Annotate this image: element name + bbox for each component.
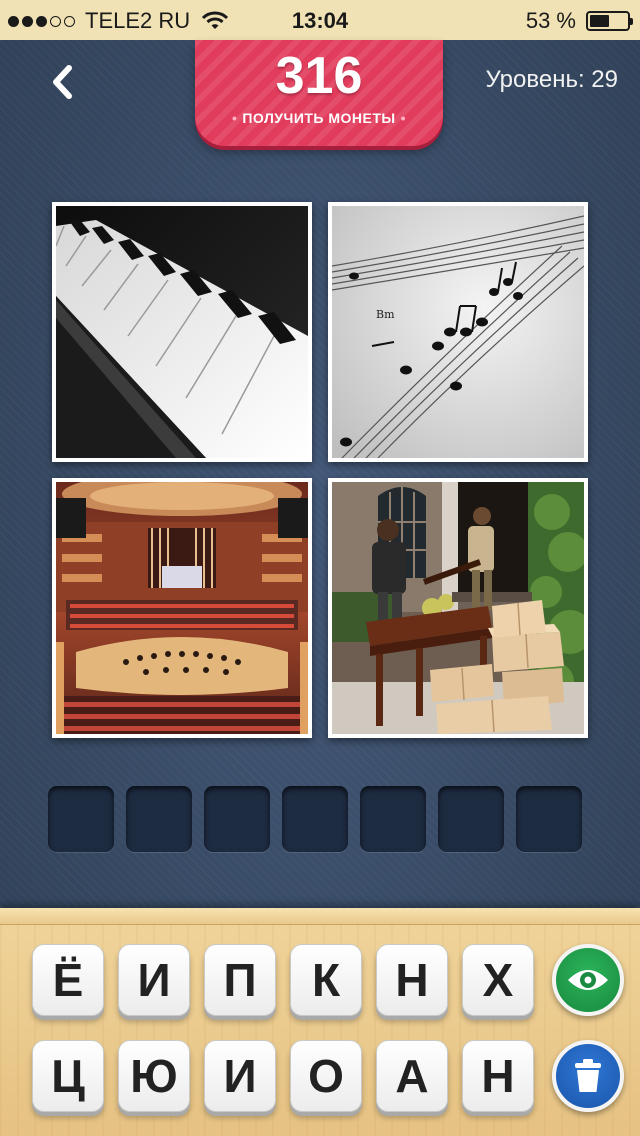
answer-slot[interactable] — [282, 786, 348, 852]
letter-key[interactable]: И — [118, 944, 190, 1016]
letter-key[interactable]: Х — [462, 944, 534, 1016]
photo-sheet-music[interactable]: Bm — [328, 202, 588, 462]
answer-slot[interactable] — [360, 786, 426, 852]
letter-key[interactable]: П — [204, 944, 276, 1016]
concert-hall-image — [56, 482, 308, 734]
letter-key[interactable]: Н — [376, 944, 448, 1016]
chevron-left-icon — [53, 65, 72, 99]
sheet-music-image: Bm — [332, 206, 584, 458]
trash-icon — [575, 1059, 601, 1092]
bullet-icon: • — [400, 110, 407, 126]
battery-icon — [586, 11, 633, 31]
letter-key[interactable]: И — [204, 1040, 276, 1112]
eye-icon — [568, 970, 608, 990]
answer-slot[interactable] — [48, 786, 114, 852]
letter-key[interactable]: К — [290, 944, 362, 1016]
bullet-icon: • — [231, 110, 238, 126]
coins-banner[interactable]: 316 • ПОЛУЧИТЬ МОНЕТЫ • — [195, 40, 443, 146]
letter-key[interactable]: Н — [462, 1040, 534, 1112]
answer-slot[interactable] — [126, 786, 192, 852]
get-coins-label: ПОЛУЧИТЬ МОНЕТЫ — [242, 110, 396, 126]
photo-concert-hall[interactable] — [52, 478, 312, 738]
movers-piano-image — [332, 482, 584, 734]
chord-symbol: Bm — [376, 308, 395, 321]
get-coins-link[interactable]: • ПОЛУЧИТЬ МОНЕТЫ • — [195, 110, 443, 126]
coin-count: 316 — [275, 47, 363, 105]
letter-key[interactable]: Ц — [32, 1040, 104, 1112]
letter-key[interactable]: Ё — [32, 944, 104, 1016]
letter-key[interactable]: Ю — [118, 1040, 190, 1112]
answer-slot[interactable] — [438, 786, 504, 852]
answer-slot[interactable] — [516, 786, 582, 852]
letter-key[interactable]: А — [376, 1040, 448, 1112]
battery-level-fill — [590, 15, 610, 27]
battery-percent: 53 % — [525, 8, 576, 33]
letter-key[interactable]: О — [290, 1040, 362, 1112]
remove-letters-button[interactable] — [552, 1040, 624, 1112]
photo-movers-piano[interactable] — [328, 478, 588, 738]
photo-piano-keys[interactable] — [52, 202, 312, 462]
back-button[interactable] — [40, 58, 84, 106]
status-bar: TELE2 RU 13:04 53 % — [0, 0, 640, 40]
level-indicator: Уровень: 29 — [485, 66, 618, 93]
status-right: 53 % — [525, 8, 633, 34]
piano-keys-image — [56, 206, 308, 458]
answer-slot[interactable] — [204, 786, 270, 852]
reveal-letter-button[interactable] — [552, 944, 624, 1016]
